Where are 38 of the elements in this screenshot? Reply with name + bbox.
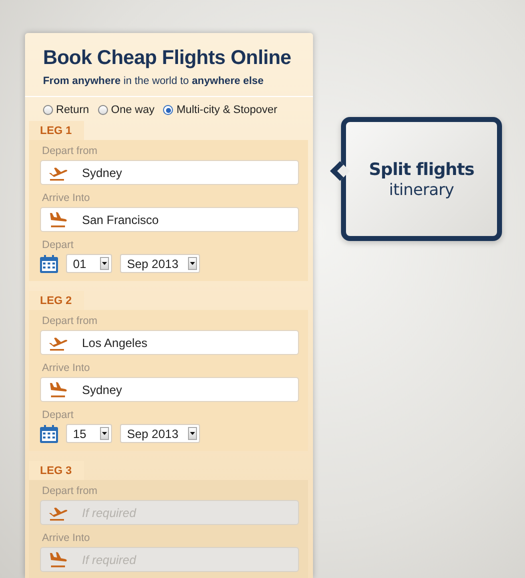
airport-field[interactable]: Sydney [40,160,299,185]
day-select[interactable]: 15 [66,424,112,443]
airport-field[interactable]: Los Angeles [40,330,299,355]
landing-icon [48,552,68,568]
landing-icon [48,212,68,228]
radio-button[interactable] [98,105,108,115]
callout-text: itinerary [389,180,454,198]
landing-icon [48,382,68,398]
caret-icon [188,257,197,270]
takeoff-icon [48,165,68,181]
field-label: Depart from [42,485,98,497]
day-select[interactable]: 01 [66,254,112,273]
radio-button[interactable] [163,105,174,115]
field-label: Depart from [42,145,98,157]
radio-label[interactable]: Multi-city & Stopover [176,104,278,116]
radio-button[interactable] [43,105,53,115]
caret-icon [100,257,109,270]
caret-icon [100,427,109,440]
field-label: Arrive Into [42,532,91,544]
field-label: Depart [42,239,75,251]
form-subtitle: From anywhere in the world to anywhere else [43,75,265,87]
radio-label[interactable]: One way [111,104,154,116]
field-label: Depart [42,409,75,421]
calendar-icon [40,254,58,272]
calendar-icon [40,424,58,442]
field-label: Arrive Into [42,192,91,204]
takeoff-icon [48,335,68,351]
airport-field[interactable]: Sydney [40,377,299,402]
field-label: Depart from [42,315,98,327]
takeoff-icon [48,505,68,521]
caret-icon [188,427,197,440]
airport-field[interactable]: San Francisco [40,207,299,232]
month-select[interactable]: Sep 2013 [120,424,200,443]
field-label: Arrive Into [42,362,91,374]
form-title: Book Cheap Flights Online [43,46,292,70]
month-select[interactable]: Sep 2013 [120,254,200,273]
callout-title: Split flights [368,160,474,180]
radio-label[interactable]: Return [56,104,90,116]
